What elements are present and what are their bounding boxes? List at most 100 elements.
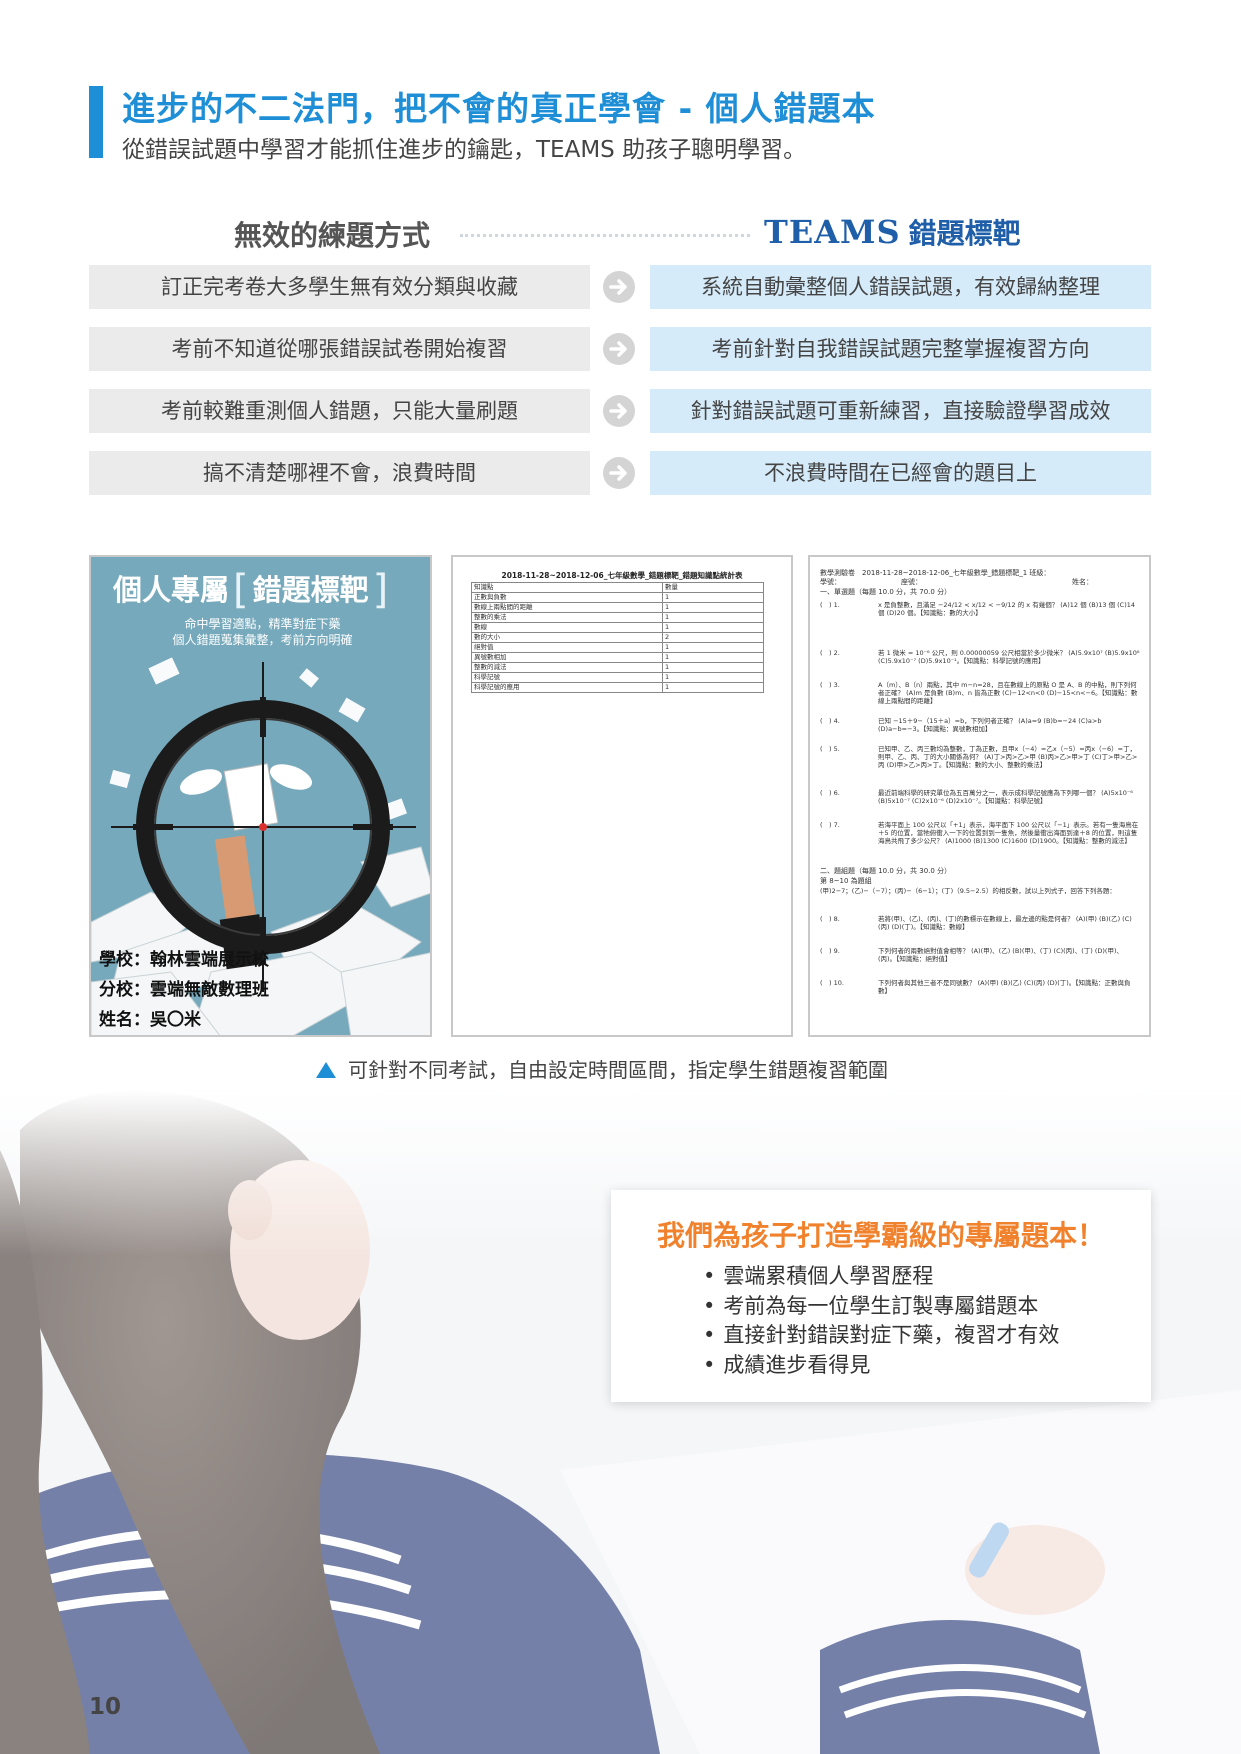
group-description-text: (甲)2−7；(乙)−（−7）；(丙)−（6−1）；(丁)（9.5−2.5）的相… [820, 887, 1116, 895]
question-number: ( ) 9. [820, 947, 840, 955]
list-item: • 直接針對錯誤對症下藥，複習才有效 [703, 1321, 1059, 1351]
teams-heading-rest: 錯題標靶 [908, 217, 1021, 250]
table-cell: 異號數相加 [471, 652, 663, 663]
table-cell: 1 [662, 672, 764, 683]
cover-subtitle-line: 命中學習適點，精準對症下藥 [184, 617, 341, 631]
table-cell: 科學記號 [471, 672, 663, 683]
question-number: ( ) 3. [820, 681, 840, 689]
question-number: ( ) 4. [820, 717, 840, 725]
exam-section-heading: 一、單選題（每題 10.0 分，共 70.0 分） [820, 588, 952, 596]
triangle-up-icon [316, 1062, 336, 1078]
question-number: ( ) 8. [820, 915, 840, 923]
table-header-row: 知識點 數量 [471, 582, 764, 593]
question-text: 下列何者的兩數絕對值會相等？ (A)(甲)、(乙) (B)(甲)、(丁) (C)… [878, 947, 1124, 963]
table-row: 科學記號 1 [471, 672, 764, 683]
ineffective-method-heading: 無效的練題方式 [234, 219, 431, 252]
teams-benefit-item: 不浪費時間在已經會的題目上 [650, 451, 1151, 495]
panels-caption: 可針對不同考試，自由設定時間區間，指定學生錯題複習範圍 [316, 1054, 888, 1083]
table-row: 數線 1 [471, 622, 764, 633]
cover-title-left: 個人專屬 [113, 573, 230, 607]
comparison-row: 搞不清楚哪裡不會，浪費時間 不浪費時間在已經會的題目上 [89, 451, 1151, 495]
arrow-right-icon [603, 333, 635, 365]
table-row: 正數與負數 1 [471, 592, 764, 603]
exam-question: ( ) 8. 若將(甲)、(乙)、(丙)、(丁)的數標示在數線上，最左邊的點是何者… [820, 915, 1140, 931]
exam-paper-sheet: 數學測驗卷 2018-11-28~2018-12-06_七年級數學_錯題標靶_1… [808, 555, 1151, 1037]
benefits-title: 我們為孩子打造學霸級的專屬題本！ [656, 1219, 1105, 1252]
exam-question: ( ) 9. 下列何者的兩數絕對值會相等？ (A)(甲)、(乙) (B)(甲)、(… [820, 947, 1140, 963]
question-text: 若海平面上 100 公尺以「+1」表示，海平面下 100 公尺以「−1」表示。若… [878, 821, 1139, 845]
error-book-cover: 個人專屬[錯題標靶] 命中學習適點，精準對症下藥 個人錯題蒐集彙整，考前方向明確 [89, 555, 432, 1037]
table-row: 數線上兩點間的距離 1 [471, 602, 764, 613]
cover-branch: 分校：雲端無敵數理班 [99, 980, 269, 1000]
cover-subtitle: 命中學習適點，精準對症下藥 個人錯題蒐集彙整，考前方向明確 [91, 616, 430, 648]
table-cell: 1 [662, 642, 764, 653]
cover-title-right: 錯題標靶 [252, 573, 369, 607]
exam-question: ( ) 4. 已知 −15＋9−（15＋a）=b，下列何者正確？ (A)a=9 (… [820, 717, 1140, 733]
table-cell: 1 [662, 602, 764, 613]
ineffective-item: 考前較難重測個人錯題，只能大量刷題 [89, 389, 590, 433]
dotted-divider [460, 234, 750, 237]
table-header-cell: 知識點 [471, 582, 663, 593]
title-accent-bar [89, 86, 103, 158]
exam-question: ( ) 5. 已知甲、乙、丙三數均為整數，丁為正數，且甲x（−4）=乙x（−5）=… [820, 745, 1140, 769]
cover-bracket-open: [ [233, 567, 249, 613]
benefit-text: 考前為每一位學生訂製專屬錯題本 [723, 1293, 1039, 1318]
exam-header: 數學測驗卷 2018-11-28~2018-12-06_七年級數學_錯題標靶_1… [820, 569, 1051, 577]
question-number: ( ) 1. [820, 601, 840, 609]
teams-brand: TEAMS [764, 213, 901, 251]
ineffective-item: 搞不清楚哪裡不會，浪費時間 [89, 451, 590, 495]
question-text: 最近前端科學的研究單位為五百萬分之一，表示成科學記號應為下列哪一個？ (A)5x… [878, 789, 1133, 805]
table-row: 科學記號的應用 1 [471, 682, 764, 693]
exam-student-fields: 學號： 座號： 姓名： [820, 578, 1093, 587]
stats-sheet-title: 2018-11-28~2018-12-06_七年級數學_錯題標靶_錯題知識點統計… [501, 571, 743, 580]
exam-field-seat: 座號： [901, 578, 922, 586]
table-cell: 數線上兩點間的距離 [471, 602, 663, 613]
question-text: x 是負整數，且滿足 −24/12 < x/12 < −9/12 的 x 有幾個… [878, 601, 1136, 617]
benefits-list: • 雲端累積個人學習歷程 • 考前為每一位學生訂製專屬錯題本 • 直接針對錯誤對症下藥… [703, 1262, 1059, 1380]
comparison-row: 訂正完考卷大多學生無有效分類與收藏 系統自動彙整個人錯誤試題，有效歸納整理 [89, 265, 1151, 309]
exam-question: ( ) 6. 最近前端科學的研究單位為五百萬分之一，表示成科學記號應為下列哪一個？… [820, 789, 1140, 805]
comparison-row: 考前較難重測個人錯題，只能大量刷題 針對錯誤試題可重新練習，直接驗證學習成效 [89, 389, 1151, 433]
table-row: 數的大小 2 [471, 632, 764, 643]
cover-subtitle-line: 個人錯題蒐集彙整，考前方向明確 [172, 633, 353, 647]
table-cell: 整數的減法 [471, 662, 663, 673]
table-cell: 1 [662, 662, 764, 673]
teams-benefit-item: 系統自動彙整個人錯誤試題，有效歸納整理 [650, 265, 1151, 309]
question-number: ( ) 6. [820, 789, 840, 797]
knowledge-point-stats-sheet: 2018-11-28~2018-12-06_七年級數學_錯題標靶_錯題知識點統計… [451, 555, 793, 1037]
cover-bracket-close: ] [372, 567, 389, 613]
stats-table: 知識點 數量 正數與負數 1 數線上兩點間的距離 1 整數的乘法 1 數線 1 數的大小 2… [471, 582, 764, 693]
benefit-text: 雲端累積個人學習歷程 [723, 1264, 934, 1288]
cover-title: 個人專屬[錯題標靶] [113, 567, 392, 613]
arrow-right-icon [603, 271, 635, 303]
list-item: • 考前為每一位學生訂製專屬錯題本 [703, 1292, 1059, 1322]
ineffective-item: 訂正完考卷大多學生無有效分類與收藏 [89, 265, 590, 309]
table-cell: 科學記號的應用 [471, 682, 663, 693]
table-cell: 1 [662, 622, 764, 633]
exam-field-id: 學號： [820, 578, 841, 586]
arrow-right-icon [603, 395, 635, 427]
bullet: • [703, 1264, 716, 1288]
table-cell: 絕對值 [471, 642, 663, 653]
question-number: ( ) 5. [820, 745, 840, 753]
teams-benefit-item: 針對錯誤試題可重新練習，直接驗證學習成效 [650, 389, 1151, 433]
table-row: 異號數相加 1 [471, 652, 764, 663]
teams-target-heading: TEAMS 錯題標靶 [764, 212, 1021, 252]
benefit-text: 直接針對錯誤對症下藥，複習才有效 [723, 1323, 1060, 1347]
benefit-text: 成績進步看得見 [723, 1352, 871, 1377]
table-row: 整數的減法 1 [471, 662, 764, 673]
question-text: 已知甲、乙、丙三數均為整數，丁為正數，且甲x（−4）=乙x（−5）=丙x（−6）… [878, 745, 1138, 769]
table-header-cell: 數量 [662, 582, 764, 593]
comparison-row: 考前不知道從哪張錯誤試卷開始複習 考前針對自我錯誤試題完整掌握複習方向 [89, 327, 1151, 371]
bullet: • [703, 1323, 716, 1347]
table-row: 絕對值 1 [471, 642, 764, 653]
exam-question: ( ) 7. 若海平面上 100 公尺以「+1」表示，海平面下 100 公尺以「−… [820, 821, 1140, 845]
question-number: ( ) 10. [820, 979, 844, 987]
question-text: 下列何者與其他三者不是同號數？ (A)(甲) (B)(乙) (C)(丙) (D)… [878, 979, 1131, 995]
exam-group-description: (甲)2−7；(乙)−（−7）；(丙)−（6−1）；(丁)（9.5−2.5）的相… [820, 887, 1140, 895]
bullet: • [703, 1293, 716, 1318]
benefits-box: 我們為孩子打造學霸級的專屬題本！ • 雲端累積個人學習歷程 • 考前為每一位學生訂製… [611, 1190, 1151, 1402]
exam-question: ( ) 10. 下列何者與其他三者不是同號數？ (A)(甲) (B)(乙) (C)… [820, 979, 1140, 995]
exam-question: ( ) 1. x 是負整數，且滿足 −24/12 < x/12 < −9/12 的… [820, 601, 1140, 617]
teams-benefit-item: 考前針對自我錯誤試題完整掌握複習方向 [650, 327, 1151, 371]
